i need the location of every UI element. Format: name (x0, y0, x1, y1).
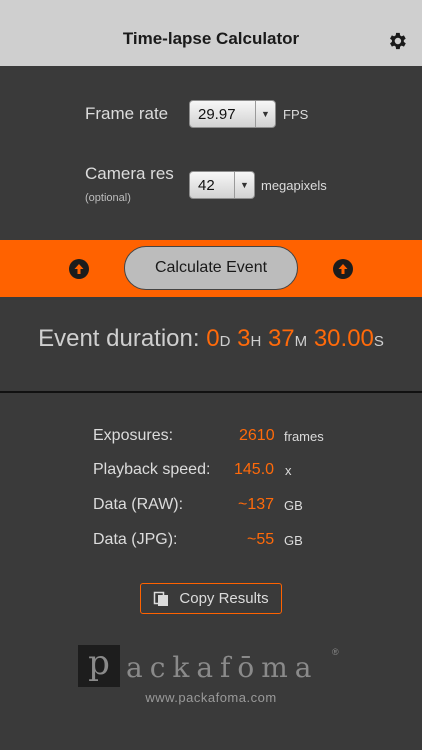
logo-wordmark: ackafōma (126, 651, 319, 684)
duration-minutes: 37 (267, 325, 295, 352)
exposures-label: Exposures: (93, 427, 174, 444)
action-bar: Calculate Event (0, 240, 422, 297)
chevron-down-icon: ▼ (255, 101, 275, 127)
duration-days-unit: D (219, 333, 231, 350)
app-title: Time-lapse Calculator (122, 29, 300, 48)
event-duration-label: Event duration: (38, 325, 200, 352)
data-jpg-unit: GB (284, 533, 303, 548)
camera-res-sublabel: (optional) (85, 192, 131, 204)
duration-days: 0 (206, 325, 220, 352)
playback-speed-value: 145.0 (234, 461, 275, 478)
playback-speed-unit: x (285, 463, 292, 478)
duration-seconds: 30.00 (313, 325, 374, 352)
frame-rate-unit: FPS (283, 107, 309, 122)
website-link[interactable]: www.packafoma.com (0, 690, 422, 705)
calculate-event-button[interactable]: Calculate Event (124, 246, 298, 290)
exposures-unit: frames (284, 429, 324, 444)
arrow-up-icon[interactable] (333, 259, 353, 279)
playback-speed-label: Playback speed: (93, 461, 211, 478)
registered-mark: ® (332, 647, 339, 657)
brand-logo[interactable]: p ackafōma ® (78, 643, 339, 687)
gear-icon[interactable] (386, 30, 408, 52)
frame-rate-value: 29.97 (198, 105, 236, 123)
data-jpg-label: Data (JPG): (93, 531, 178, 548)
duration-minutes-unit: M (294, 333, 308, 350)
copy-results-button[interactable]: Copy Results (140, 583, 282, 614)
data-raw-unit: GB (284, 498, 303, 513)
camera-res-unit: megapixels (261, 178, 327, 193)
duration-hours: 3 (237, 325, 251, 352)
arrow-up-icon[interactable] (69, 259, 89, 279)
data-raw-label: Data (RAW): (93, 496, 184, 513)
camera-res-select[interactable]: 42 ▼ (189, 171, 255, 199)
data-raw-value: ~137 (238, 496, 275, 513)
exposures-value: 2610 (239, 427, 275, 444)
chevron-down-icon: ▼ (234, 172, 254, 198)
duration-seconds-unit: S (373, 333, 384, 350)
copy-icon (154, 591, 169, 606)
section-divider (0, 391, 422, 393)
event-duration: Event duration: 0D 3H 37M 30.00S (0, 325, 422, 353)
duration-hours-unit: H (250, 333, 262, 350)
settings-panel: Frame rate 29.97 ▼ FPS Camera res (optio… (0, 66, 422, 240)
copy-results-label: Copy Results (179, 590, 269, 607)
logo-initial: p (78, 643, 120, 687)
camera-res-value: 42 (198, 176, 215, 194)
frame-rate-select[interactable]: 29.97 ▼ (189, 100, 276, 128)
camera-res-label: Camera res (85, 164, 174, 183)
app-header: Time-lapse Calculator (0, 0, 422, 66)
frame-rate-label: Frame rate (85, 104, 169, 123)
data-jpg-value: ~55 (247, 531, 275, 548)
